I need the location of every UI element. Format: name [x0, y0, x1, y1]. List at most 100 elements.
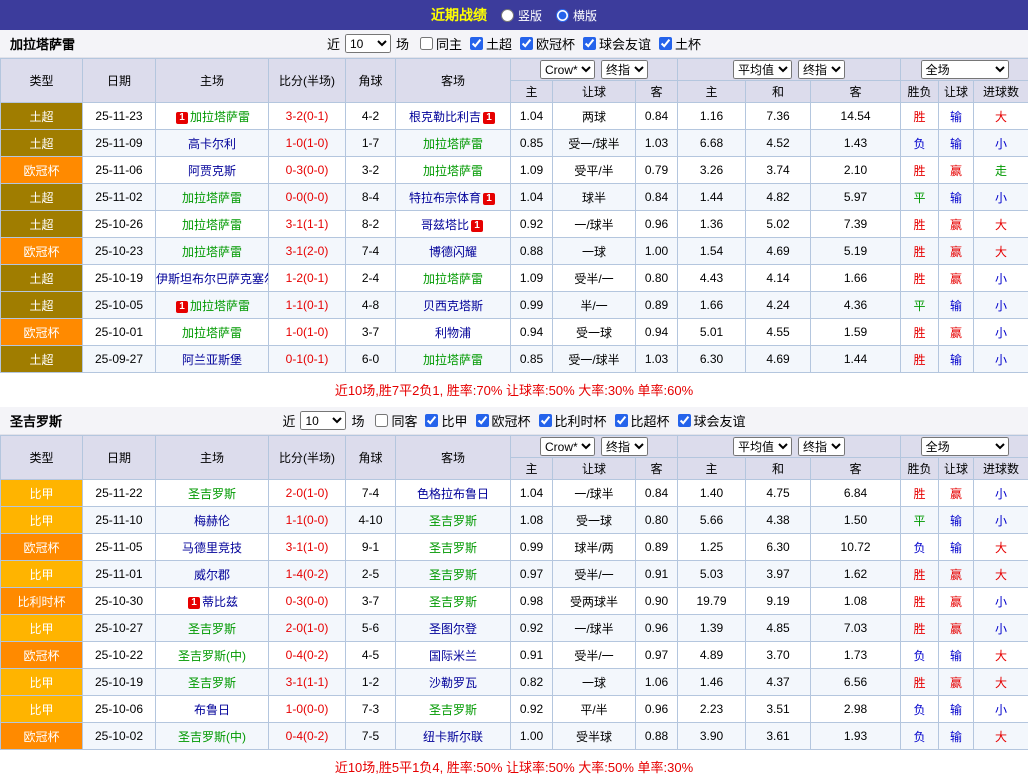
match-count-select[interactable]: 10	[345, 34, 391, 53]
filter-checkbox[interactable]: 球会友谊	[583, 34, 651, 53]
away-team[interactable]: 圣吉罗斯	[429, 541, 477, 555]
away-team[interactable]: 特拉布宗体育	[409, 191, 481, 205]
score[interactable]: 1-1(0-1)	[269, 292, 346, 319]
score[interactable]: 3-1(2-0)	[269, 238, 346, 265]
score[interactable]: 0-4(0-2)	[269, 642, 346, 669]
odds-company-select[interactable]: Crow*	[540, 437, 595, 456]
filter-checkbox[interactable]: 土超	[470, 34, 512, 53]
away-team[interactable]: 贝西克塔斯	[423, 299, 483, 313]
filter-checkbox[interactable]: 比甲	[425, 411, 467, 430]
home-team[interactable]: 阿兰亚斯堡	[182, 353, 242, 367]
score[interactable]: 0-4(0-2)	[269, 723, 346, 750]
score[interactable]: 2-0(1-0)	[269, 615, 346, 642]
away-team-cell: 圣吉罗斯	[396, 696, 511, 723]
home-team[interactable]: 加拉塔萨雷	[182, 326, 242, 340]
home-team[interactable]: 蒂比兹	[202, 595, 238, 609]
odds-stage-select[interactable]: 终指	[601, 60, 648, 79]
home-team[interactable]: 梅赫伦	[194, 514, 230, 528]
filter-checkbox[interactable]: 比利时杯	[539, 411, 607, 430]
score[interactable]: 3-2(0-1)	[269, 103, 346, 130]
filter-checkbox[interactable]: 欧冠杯	[476, 411, 531, 430]
match-date: 25-11-02	[83, 184, 156, 211]
score[interactable]: 1-0(1-0)	[269, 319, 346, 346]
checkbox-input[interactable]	[659, 37, 672, 50]
checkbox-input[interactable]	[520, 37, 533, 50]
score[interactable]: 0-0(0-0)	[269, 184, 346, 211]
scope-select[interactable]: 全场	[921, 437, 1009, 456]
score[interactable]: 3-1(1-1)	[269, 211, 346, 238]
away-team[interactable]: 圣吉罗斯	[429, 568, 477, 582]
result-goals: 走	[974, 157, 1028, 184]
home-team[interactable]: 马德里竞技	[182, 541, 242, 555]
avg-select[interactable]: 平均值	[733, 60, 792, 79]
score[interactable]: 1-1(0-0)	[269, 507, 346, 534]
home-team[interactable]: 圣吉罗斯	[188, 622, 236, 636]
filter-checkbox[interactable]: 比超杯	[615, 411, 670, 430]
filter-checkbox[interactable]: 同客	[375, 411, 417, 430]
home-team[interactable]: 威尔郡	[194, 568, 230, 582]
scope-select[interactable]: 全场	[921, 60, 1009, 79]
away-team[interactable]: 沙勒罗瓦	[429, 676, 477, 690]
home-team[interactable]: 圣吉罗斯	[188, 487, 236, 501]
checkbox-input[interactable]	[539, 414, 552, 427]
home-team[interactable]: 加拉塔萨雷	[182, 245, 242, 259]
score[interactable]: 0-3(0-0)	[269, 157, 346, 184]
score[interactable]: 1-2(0-1)	[269, 265, 346, 292]
home-team[interactable]: 高卡尔利	[188, 137, 236, 151]
away-team[interactable]: 加拉塔萨雷	[423, 164, 483, 178]
score[interactable]: 3-1(1-0)	[269, 534, 346, 561]
home-team[interactable]: 伊斯坦布尔巴萨克塞尔	[156, 272, 269, 286]
filter-checkbox[interactable]: 同主	[420, 34, 462, 53]
away-team[interactable]: 圣吉罗斯	[429, 595, 477, 609]
away-team[interactable]: 加拉塔萨雷	[423, 272, 483, 286]
away-team[interactable]: 色格拉布鲁日	[417, 487, 489, 501]
checkbox-input[interactable]	[425, 414, 438, 427]
checkbox-input[interactable]	[678, 414, 691, 427]
score[interactable]: 2-0(1-0)	[269, 480, 346, 507]
checkbox-input[interactable]	[375, 414, 388, 427]
home-team[interactable]: 圣吉罗斯	[188, 676, 236, 690]
checkbox-input[interactable]	[470, 37, 483, 50]
home-team[interactable]: 布鲁日	[194, 703, 230, 717]
home-team[interactable]: 加拉塔萨雷	[182, 218, 242, 232]
away-team[interactable]: 博德闪耀	[429, 245, 477, 259]
away-team[interactable]: 哥兹塔比	[421, 218, 469, 232]
checkbox-input[interactable]	[476, 414, 489, 427]
score[interactable]: 3-1(1-1)	[269, 669, 346, 696]
home-team[interactable]: 阿贾克斯	[188, 164, 236, 178]
layout-option-vertical[interactable]: 竖版	[501, 7, 542, 24]
score[interactable]: 0-1(0-1)	[269, 346, 346, 373]
home-team[interactable]: 圣吉罗斯(中)	[178, 649, 246, 663]
away-team[interactable]: 国际米兰	[429, 649, 477, 663]
score[interactable]: 1-0(0-0)	[269, 696, 346, 723]
layout-option-horizontal[interactable]: 横版	[556, 7, 597, 24]
filter-checkbox[interactable]: 球会友谊	[678, 411, 746, 430]
odds-stage-select[interactable]: 终指	[601, 437, 648, 456]
score[interactable]: 1-0(1-0)	[269, 130, 346, 157]
filter-checkbox[interactable]: 土杯	[659, 34, 701, 53]
away-team[interactable]: 根克勒比利吉	[409, 110, 481, 124]
checkbox-input[interactable]	[583, 37, 596, 50]
score[interactable]: 1-4(0-2)	[269, 561, 346, 588]
home-team[interactable]: 加拉塔萨雷	[190, 110, 250, 124]
away-team[interactable]: 加拉塔萨雷	[423, 353, 483, 367]
away-team[interactable]: 加拉塔萨雷	[423, 137, 483, 151]
horizontal-radio[interactable]	[556, 9, 569, 22]
checkbox-input[interactable]	[615, 414, 628, 427]
match-count-select[interactable]: 10	[300, 411, 346, 430]
avg-stage-select[interactable]: 终指	[798, 60, 845, 79]
vertical-radio-label: 竖版	[518, 7, 542, 24]
away-team[interactable]: 圣图尔登	[429, 622, 477, 636]
filter-checkbox[interactable]: 欧冠杯	[520, 34, 575, 53]
avg-stage-select[interactable]: 终指	[798, 437, 845, 456]
home-team[interactable]: 加拉塔萨雷	[182, 191, 242, 205]
away-team[interactable]: 圣吉罗斯	[429, 703, 477, 717]
home-team[interactable]: 加拉塔萨雷	[190, 299, 250, 313]
away-team[interactable]: 圣吉罗斯	[429, 514, 477, 528]
away-team[interactable]: 利物浦	[435, 326, 471, 340]
vertical-radio[interactable]	[501, 9, 514, 22]
avg-select[interactable]: 平均值	[733, 437, 792, 456]
checkbox-input[interactable]	[420, 37, 433, 50]
score[interactable]: 0-3(0-0)	[269, 588, 346, 615]
odds-company-select[interactable]: Crow*	[540, 60, 595, 79]
